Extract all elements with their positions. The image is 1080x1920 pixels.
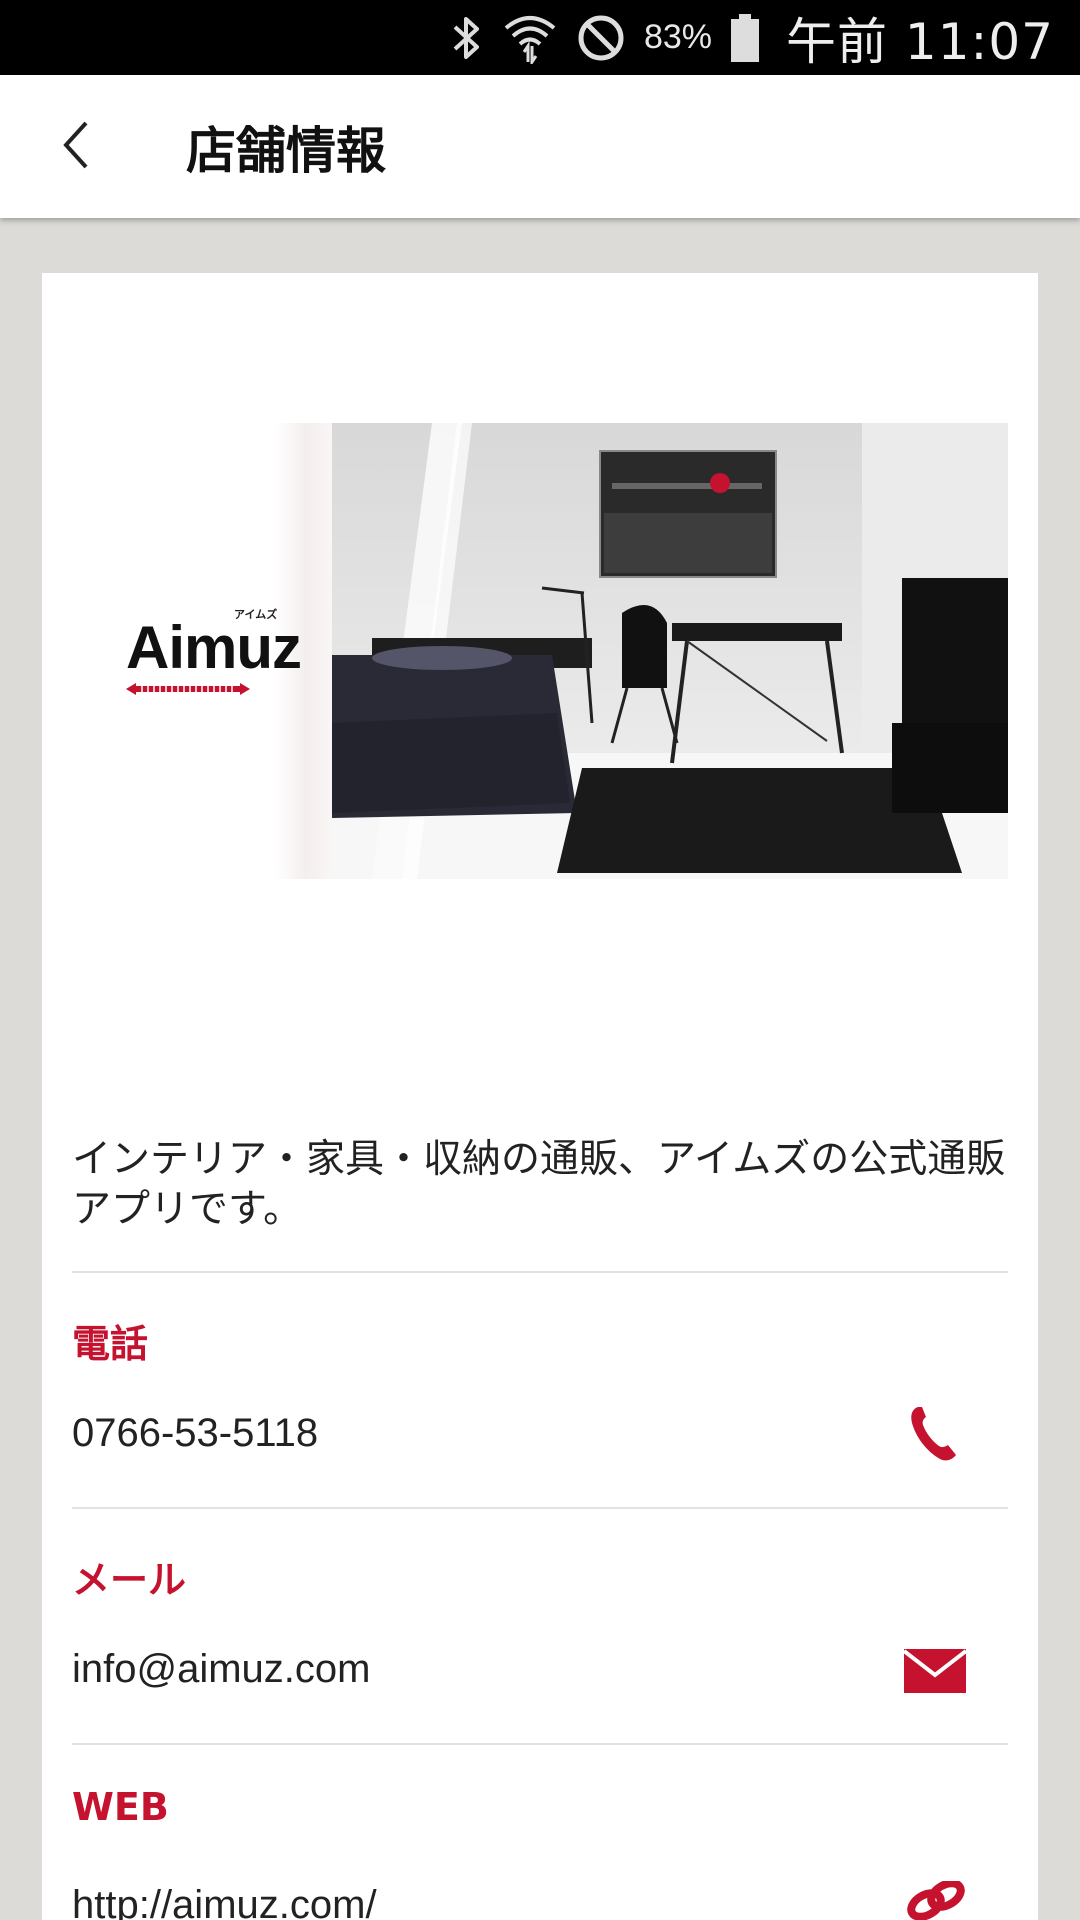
wifi-icon xyxy=(502,12,558,64)
divider xyxy=(72,1271,1008,1273)
status-bar: 83% 午前 11:07 xyxy=(0,0,1080,75)
store-info-card: Aimuz アイムズ インテリア・家具・収納の通販、アイムズの公式通販アプリです… xyxy=(42,273,1038,1920)
bedroom-photo xyxy=(332,423,1008,879)
phone-icon[interactable] xyxy=(908,1403,960,1467)
back-button[interactable] xyxy=(0,75,110,218)
logo-arrow-icon xyxy=(126,680,301,699)
store-description: インテリア・家具・収納の通販、アイムズの公式通販アプリです。 xyxy=(72,1137,1006,1232)
phone-number[interactable]: 0766-53-5118 xyxy=(72,1411,318,1456)
banner-logo-area: Aimuz アイムズ xyxy=(72,423,332,879)
phone-label: 電話 xyxy=(72,1322,149,1366)
clock: 午前 11:07 xyxy=(786,12,1054,71)
logo-kana: アイムズ xyxy=(234,608,278,621)
link-icon[interactable] xyxy=(904,1879,966,1920)
logo-text: Aimuz xyxy=(126,614,302,681)
chevron-left-icon xyxy=(62,120,92,174)
store-banner: Aimuz アイムズ xyxy=(72,423,1050,879)
battery-percent: 83% xyxy=(643,18,712,56)
email-address[interactable]: info@aimuz.com xyxy=(72,1647,370,1692)
app-bar: 店舗情報 xyxy=(0,75,1080,218)
divider xyxy=(72,1743,1008,1745)
web-label: WEB xyxy=(72,1785,169,1829)
web-url[interactable]: http://aimuz.com/ xyxy=(72,1883,377,1920)
do-not-disturb-icon xyxy=(576,13,626,63)
battery-icon xyxy=(730,13,760,63)
page-title: 店舗情報 xyxy=(186,121,386,180)
brand-logo: Aimuz アイムズ xyxy=(126,608,302,699)
email-label: メール xyxy=(72,1558,187,1602)
bluetooth-icon xyxy=(450,15,484,61)
divider xyxy=(72,1507,1008,1509)
mail-icon[interactable] xyxy=(902,1649,968,1697)
